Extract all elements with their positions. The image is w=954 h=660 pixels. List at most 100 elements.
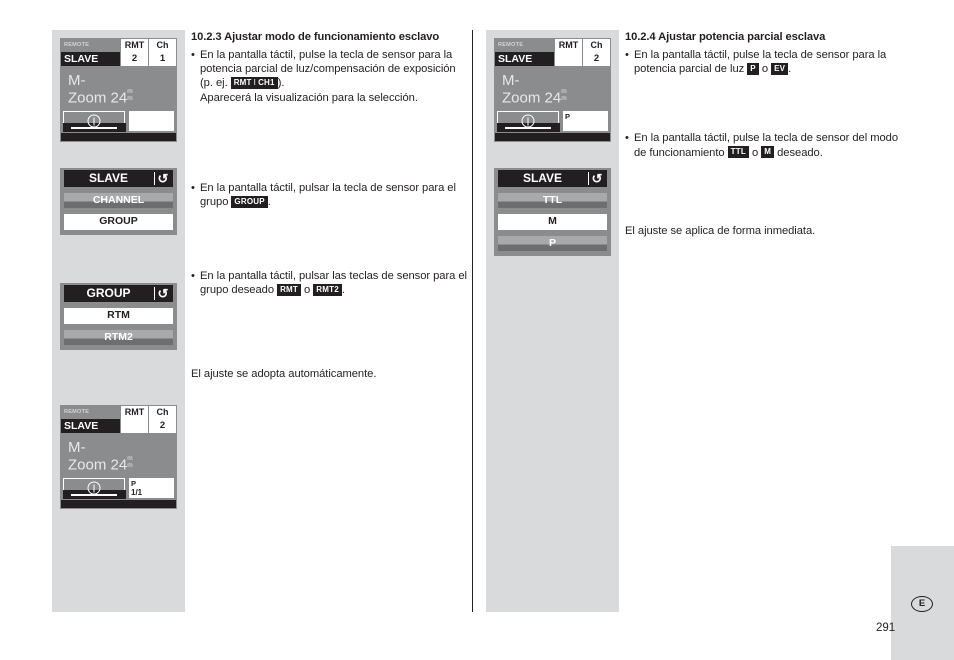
menu-title-divider xyxy=(588,172,589,185)
key-badge-group: GROUP xyxy=(231,195,268,208)
lcd-body: M- Zoom 24 m m xyxy=(495,66,610,111)
menu-item-group[interactable]: GROUP xyxy=(64,214,173,230)
lcd-header-rmt: RMT xyxy=(554,39,582,52)
menu-item-ttl[interactable]: TTL xyxy=(498,193,607,208)
key-badge-p: P xyxy=(747,62,759,75)
menu-item-rtm[interactable]: RTM xyxy=(64,308,173,324)
figure-column-right: REMOTE RMT Ch SLAVE 2 M- Zoom 24 m m P S… xyxy=(486,30,619,612)
menu-slave-modes: SLAVE ↺ TTL M P xyxy=(494,168,611,256)
bullet-text-middle: o xyxy=(748,146,762,159)
lcd-value-rmt xyxy=(120,419,148,433)
lcd-header-row: REMOTE RMT Ch xyxy=(495,39,610,52)
key-badge-ev: EV xyxy=(771,62,789,75)
text-column-right: 10.2.4 Ajustar potencia parcial esclava … xyxy=(625,30,905,238)
lcd-body-line1: M- xyxy=(502,72,520,89)
closing-paragraph-left: El ajuste se adopta automáticamente. xyxy=(191,367,377,380)
lcd-unit-mm: mm xyxy=(127,455,133,469)
lcd-unit-mm: mm xyxy=(561,88,567,102)
menu-item-rtm2[interactable]: RTM2 xyxy=(64,330,173,345)
back-arrow-icon[interactable]: ↺ xyxy=(590,171,604,186)
lcd-power-value: 1/1 xyxy=(131,487,143,497)
page-number: 291 xyxy=(876,622,896,634)
lcd-body-line2: Zoom 24 xyxy=(68,456,128,474)
lcd-display-slave-ch1: REMOTE RMT Ch SLAVE 2 1 M- Zoom 24 m m xyxy=(60,38,177,142)
bullet-text-middle: o xyxy=(758,63,772,76)
info-icon[interactable] xyxy=(496,110,560,132)
back-arrow-icon[interactable]: ↺ xyxy=(156,171,170,186)
lcd-unit-mm: mm xyxy=(127,88,133,102)
menu-title-text: GROUP xyxy=(86,286,131,300)
closing-paragraph-right: El ajuste se aplica de forma inmediata. xyxy=(625,224,816,237)
bullet-item: En la pantalla táctil, pulse la tecla de… xyxy=(625,131,905,159)
menu-item-channel[interactable]: CHANNEL xyxy=(64,193,173,208)
lcd-label-remote: REMOTE xyxy=(495,39,554,52)
lcd-header-rmt: RMT xyxy=(120,39,148,52)
lcd-mode-slave: SLAVE xyxy=(495,52,554,66)
bullet-item: En la pantalla táctil, pulse la tecla de… xyxy=(625,48,905,76)
lcd-mode-row: SLAVE 2 xyxy=(61,419,176,433)
lcd-bottom-bar xyxy=(495,132,610,141)
menu-item-p[interactable]: P xyxy=(498,236,607,251)
lcd-power-field[interactable]: P xyxy=(563,110,608,131)
menu-title-text: SLAVE xyxy=(522,171,563,185)
lcd-footer-row: P xyxy=(495,110,610,133)
lcd-display-slave-ch2: REMOTE RMT Ch SLAVE 2 M- Zoom 24 m m P 1… xyxy=(60,405,177,509)
menu-slave-channel-group: SLAVE ↺ CHANNEL GROUP xyxy=(60,168,177,235)
bullet-text-middle: o xyxy=(301,284,314,297)
info-icon[interactable] xyxy=(62,477,126,499)
lcd-body-line1: M- xyxy=(68,72,86,89)
key-badge-ttl: TTL xyxy=(727,146,749,159)
info-key-underline xyxy=(71,126,117,129)
figure-column-left: REMOTE RMT Ch SLAVE 2 1 M- Zoom 24 m m S… xyxy=(52,30,185,612)
lcd-value-ch: 1 xyxy=(148,52,176,66)
lcd-footer-row: P 1/1 xyxy=(61,477,176,500)
lcd-header-ch: Ch xyxy=(148,406,176,419)
lcd-body-line2-wrap: Zoom 24 m m xyxy=(68,455,176,474)
lcd-mode-row: SLAVE 2 xyxy=(495,52,610,66)
lcd-body-line2-wrap: Zoom 24 m m xyxy=(502,88,610,107)
back-arrow-icon[interactable]: ↺ xyxy=(156,286,170,301)
lcd-header-ch: Ch xyxy=(582,39,610,52)
menu-title-divider xyxy=(154,287,155,300)
key-badge-rmt2: RMT2 xyxy=(313,283,342,296)
lcd-display-slave-partial-power: REMOTE RMT Ch SLAVE 2 M- Zoom 24 m m P xyxy=(494,38,611,142)
bullet-text-after: deseado. xyxy=(774,146,823,159)
lcd-body-line1: M- xyxy=(68,439,86,456)
info-key-underline xyxy=(71,493,117,496)
lcd-footer-row xyxy=(61,110,176,133)
lcd-body-line2: Zoom 24 xyxy=(68,89,128,107)
lcd-power-label: P xyxy=(565,111,571,121)
lcd-value-ch: 2 xyxy=(582,52,610,66)
menu-title-slave: SLAVE ↺ xyxy=(64,170,173,187)
lcd-header-row: REMOTE RMT Ch xyxy=(61,39,176,52)
lcd-mode-slave: SLAVE xyxy=(61,52,120,66)
bullet-text-after: ). xyxy=(277,77,285,90)
lcd-body: M- Zoom 24 m m xyxy=(61,433,176,478)
lcd-bottom-bar xyxy=(61,132,176,141)
info-key-underline xyxy=(505,126,551,129)
key-badge-rmt-ch1: RMT I CH1 xyxy=(230,76,278,89)
key-badge-m: M xyxy=(761,146,775,159)
menu-title-slave: SLAVE ↺ xyxy=(498,170,607,187)
lcd-body-line2-wrap: Zoom 24 m m xyxy=(68,88,176,107)
lcd-body: M- Zoom 24 m m xyxy=(61,66,176,111)
lcd-power-label: P xyxy=(131,478,137,488)
section-title-10-2-4: 10.2.4 Ajustar potencia parcial esclava xyxy=(625,31,826,43)
info-icon[interactable] xyxy=(62,110,126,132)
bullet-item: En la pantalla táctil, pulsar las teclas… xyxy=(191,269,471,297)
bullet-text-after: . xyxy=(341,284,345,297)
bullet-extra-line: Aparecerá la visualización para la selec… xyxy=(200,91,418,104)
bullet-text-after: . xyxy=(267,196,271,209)
lcd-header-row: REMOTE RMT Ch xyxy=(61,406,176,419)
page-root: REMOTE RMT Ch SLAVE 2 1 M- Zoom 24 m m S… xyxy=(0,0,954,660)
menu-title-text: SLAVE xyxy=(88,171,129,185)
lcd-label-remote: REMOTE xyxy=(61,39,120,52)
lcd-power-field[interactable]: P 1/1 xyxy=(129,477,174,498)
info-circle-icon xyxy=(521,114,535,127)
language-badge: E xyxy=(911,596,933,612)
menu-group-rtm: GROUP ↺ RTM RTM2 xyxy=(60,283,177,350)
lcd-power-field[interactable] xyxy=(129,110,174,131)
menu-item-m[interactable]: M xyxy=(498,214,607,230)
lcd-value-ch: 2 xyxy=(148,419,176,433)
lcd-body-line2: Zoom 24 xyxy=(502,89,562,107)
